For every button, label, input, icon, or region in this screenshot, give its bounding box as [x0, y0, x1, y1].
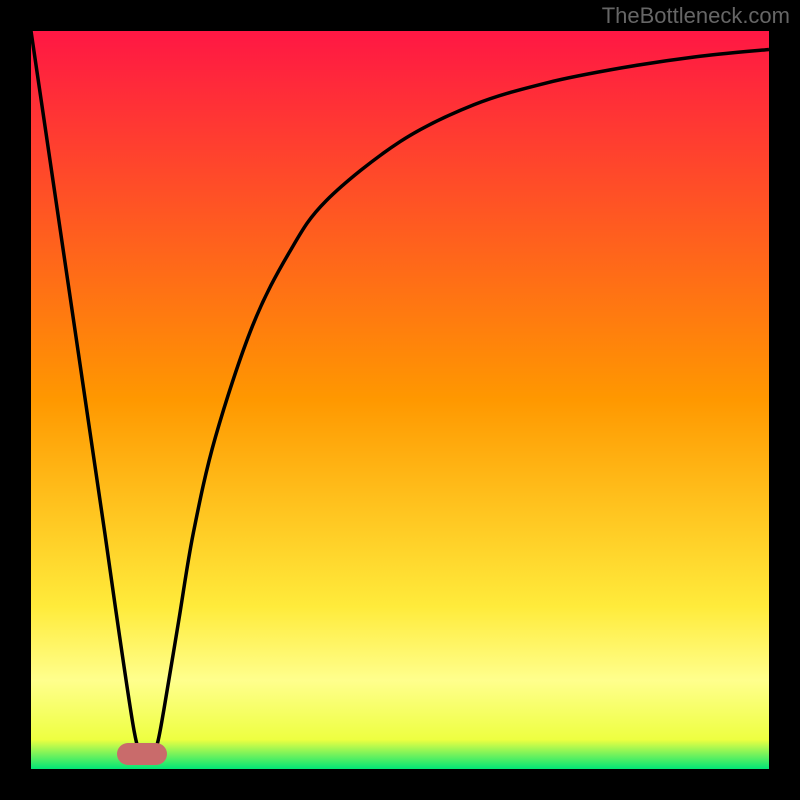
chart-container: TheBottleneck.com — [0, 0, 800, 800]
optimal-point-marker — [117, 743, 167, 765]
curve-plot — [31, 31, 769, 769]
plot-area — [31, 31, 769, 769]
watermark-text: TheBottleneck.com — [602, 3, 790, 29]
